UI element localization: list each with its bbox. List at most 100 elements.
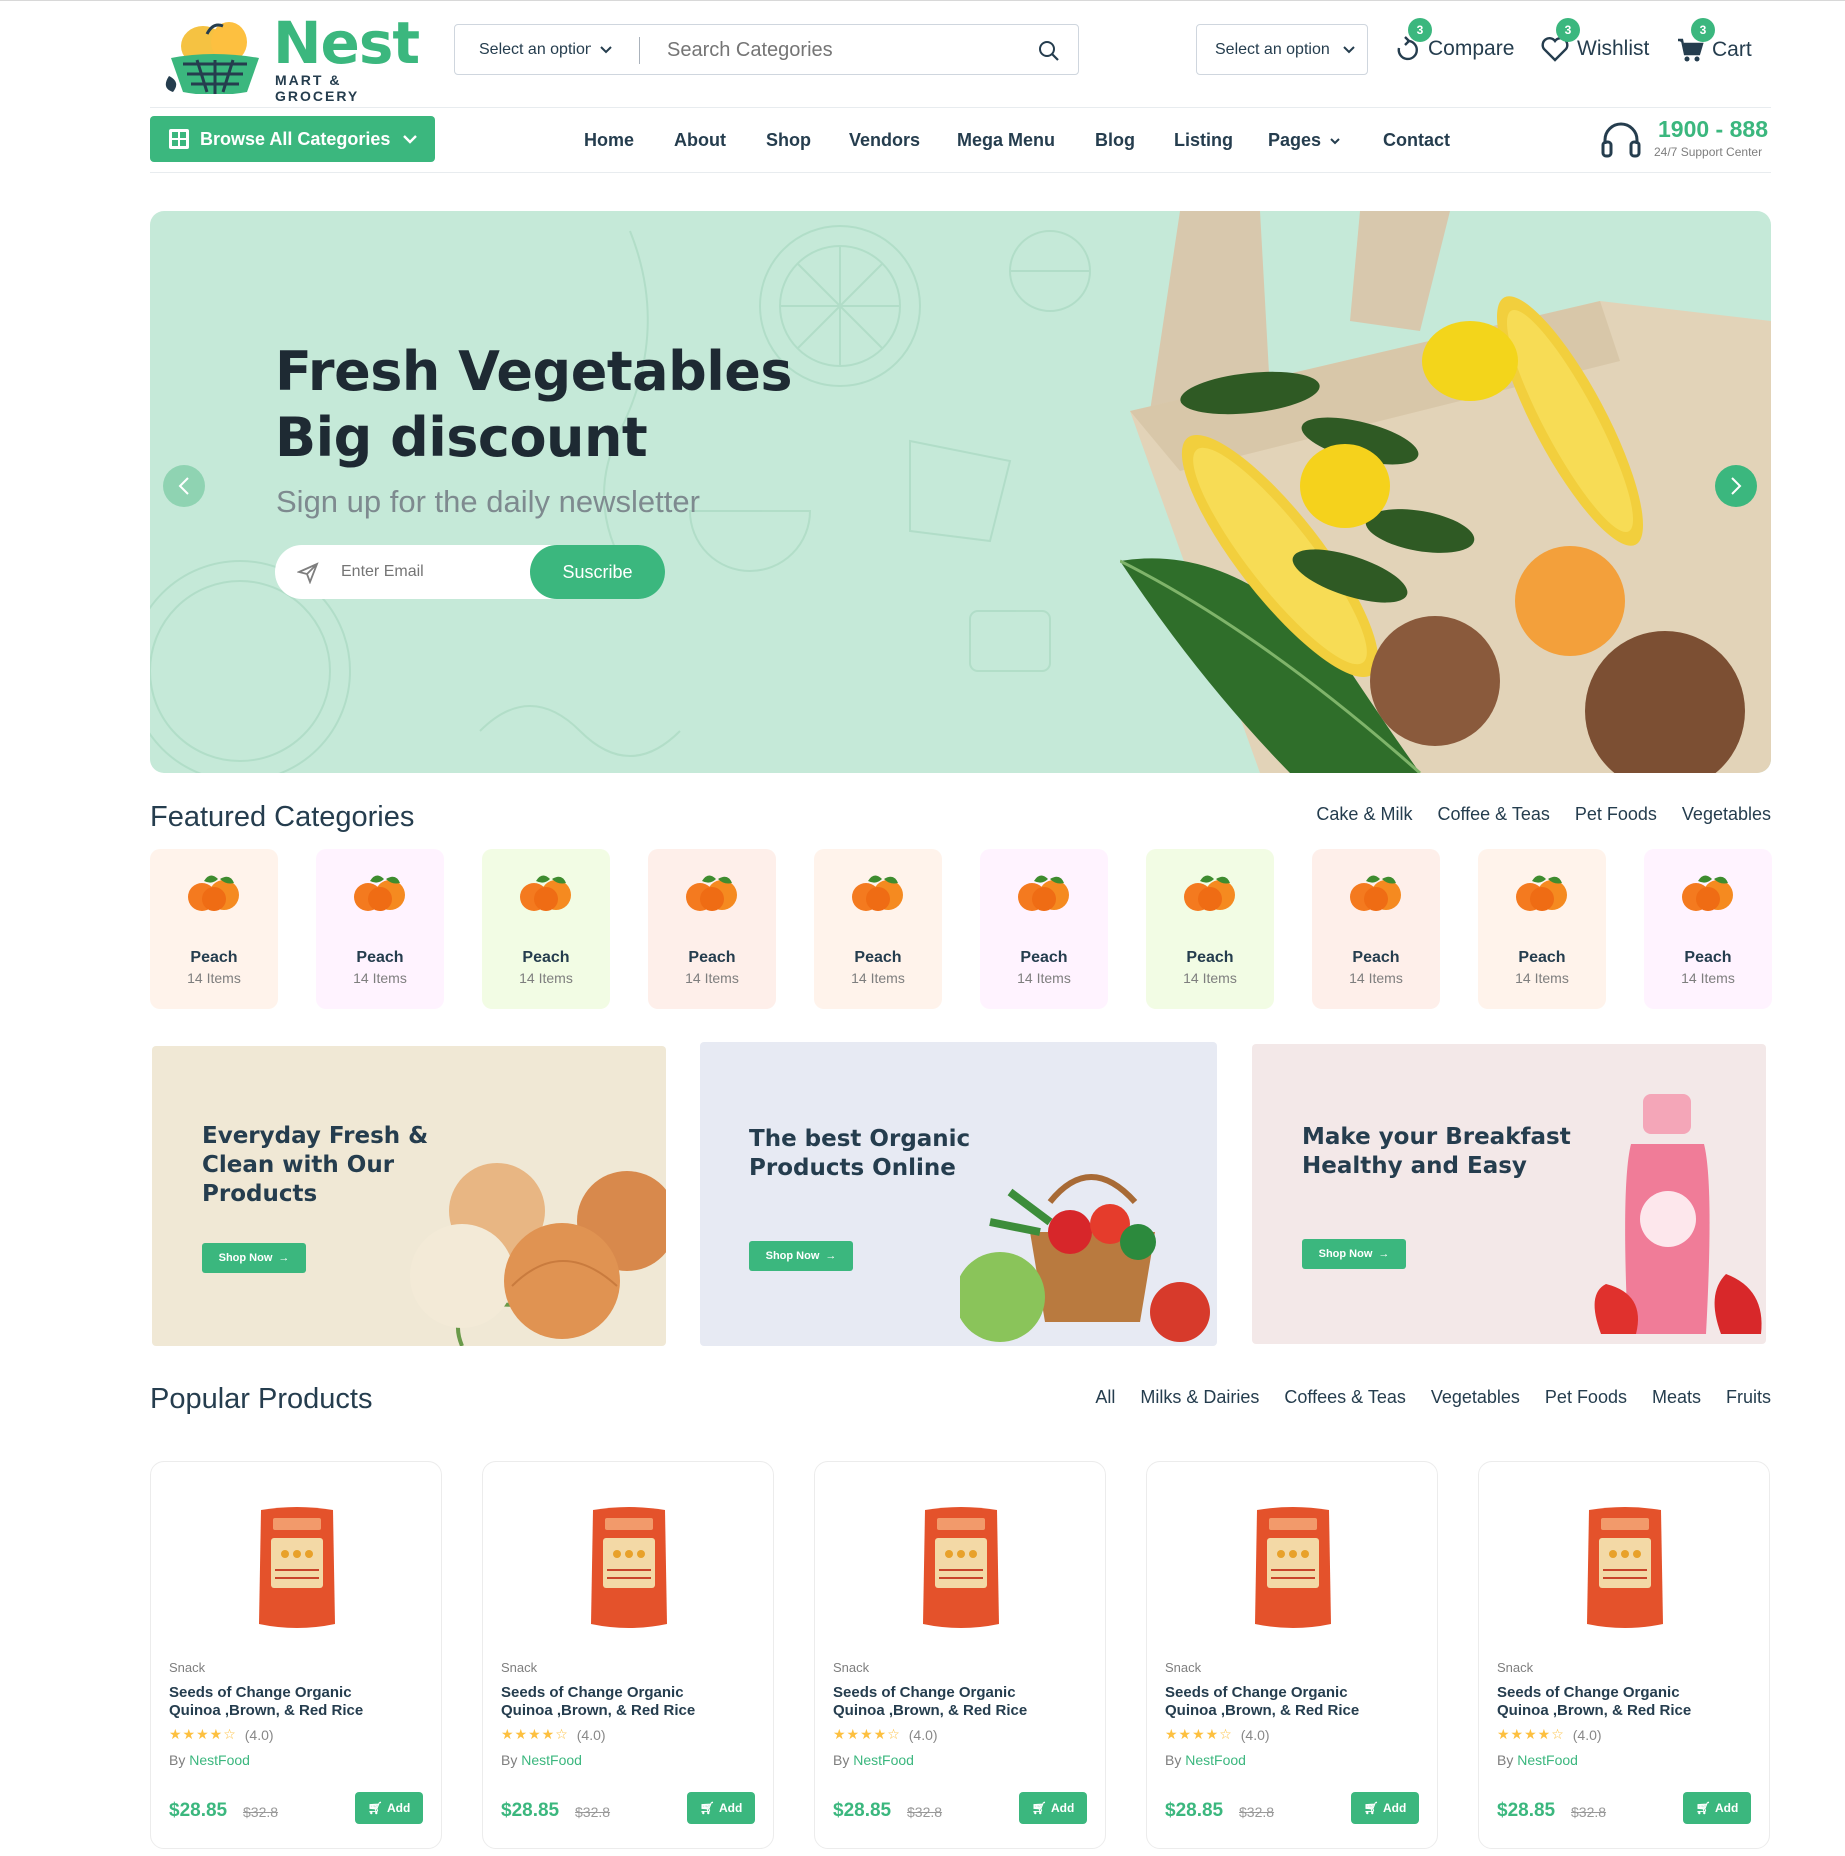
product-card[interactable]: Snack Seeds of Change Organic Quinoa ,Brow… <box>814 1461 1106 1849</box>
browse-categories-button[interactable]: Browse All Categories <box>150 116 435 162</box>
add-to-cart-button[interactable]: 🛒︎ Add <box>687 1792 755 1824</box>
popular-tab[interactable]: Coffees & Teas <box>1284 1387 1405 1408</box>
search-divider <box>639 37 640 64</box>
product-rating: ★★★★☆ (4.0) <box>501 1726 606 1743</box>
category-card[interactable]: Peach 14 Items <box>1146 849 1274 1009</box>
category-card[interactable]: Peach 14 Items <box>980 849 1108 1009</box>
hero-next-button[interactable] <box>1715 465 1757 507</box>
nav-home[interactable]: Home <box>584 130 634 151</box>
promo-banner[interactable]: Make your Breakfast Healthy and Easy Sho… <box>1252 1044 1766 1344</box>
product-title-line: Seeds of Change Organic <box>169 1684 352 1701</box>
category-card[interactable]: Peach 14 Items <box>150 849 278 1009</box>
product-title[interactable]: Seeds of Change Organic Quinoa ,Brown, & … <box>169 1684 429 1720</box>
add-to-cart-button[interactable]: 🛒︎ Add <box>1683 1792 1751 1824</box>
newsletter-email-input[interactable] <box>341 557 511 587</box>
featured-tab[interactable]: Vegetables <box>1682 804 1771 825</box>
shop-now-button[interactable]: Shop Now → <box>749 1241 853 1271</box>
featured-tab[interactable]: Coffee & Teas <box>1437 804 1549 825</box>
category-card[interactable]: Peach 14 Items <box>1312 849 1440 1009</box>
vendor-prefix: By <box>1497 1752 1514 1768</box>
featured-tab[interactable]: Pet Foods <box>1575 804 1657 825</box>
cart-icon: 🛒︎ <box>367 1801 383 1815</box>
wishlist-link[interactable]: Wishlist <box>1541 36 1649 62</box>
category-card[interactable]: Peach 14 Items <box>316 849 444 1009</box>
nav-listing[interactable]: Listing <box>1174 130 1233 151</box>
add-to-cart-button[interactable]: 🛒︎ Add <box>1019 1792 1087 1824</box>
wishlist-label: Wishlist <box>1577 37 1650 60</box>
popular-tab[interactable]: Vegetables <box>1431 1387 1520 1408</box>
promo-banner[interactable]: The best Organic Products Online Shop No… <box>700 1042 1217 1346</box>
category-card[interactable]: Peach 14 Items <box>1644 849 1772 1009</box>
chevron-down-icon <box>1343 45 1355 53</box>
popular-tab[interactable]: Meats <box>1652 1387 1701 1408</box>
product-price: $28.85 <box>169 1800 228 1821</box>
popular-tab[interactable]: All <box>1095 1387 1115 1408</box>
wishlist-count-badge: 3 <box>1556 18 1580 42</box>
top-border <box>0 0 1845 1</box>
product-card[interactable]: Snack Seeds of Change Organic Quinoa ,Brow… <box>150 1461 442 1849</box>
compare-link[interactable]: Compare <box>1394 36 1514 62</box>
popular-tab[interactable]: Fruits <box>1726 1387 1771 1408</box>
popular-tab[interactable]: Milks & Dairies <box>1140 1387 1259 1408</box>
category-count: 14 Items <box>187 970 241 986</box>
popular-tab[interactable]: Pet Foods <box>1545 1387 1627 1408</box>
nav-shop[interactable]: Shop <box>766 130 811 151</box>
vendor-link[interactable]: NestFood <box>521 1752 582 1768</box>
add-to-cart-button[interactable]: 🛒︎ Add <box>355 1792 423 1824</box>
product-rating: ★★★★☆ (4.0) <box>1497 1726 1602 1743</box>
promo-banner[interactable]: Everyday Fresh & Clean with Our Products… <box>152 1046 666 1346</box>
nav-pages[interactable]: Pages <box>1268 130 1341 151</box>
nav-mega-menu[interactable]: Mega Menu <box>957 130 1055 151</box>
subscribe-button[interactable]: Suscribe <box>530 545 665 599</box>
category-name: Peach <box>688 949 736 966</box>
product-title[interactable]: Seeds of Change Organic Quinoa ,Brown, & … <box>833 1684 1093 1720</box>
product-vendor: By NestFood <box>1165 1752 1246 1768</box>
nav-vendors[interactable]: Vendors <box>849 130 920 151</box>
add-label: Add <box>1050 1801 1075 1815</box>
support-block[interactable]: 1900 - 888 24/7 Support Center <box>1600 116 1772 162</box>
banner-title-line: Make your Breakfast <box>1302 1124 1571 1150</box>
support-label: 24/7 Support Center <box>1654 145 1763 159</box>
chevron-down-icon <box>403 135 418 144</box>
nav-blog[interactable]: Blog <box>1095 130 1135 151</box>
hero-slider: Fresh Vegetables Big discount Sign up fo… <box>150 211 1771 773</box>
vendor-link[interactable]: NestFood <box>853 1752 914 1768</box>
product-price: $28.85 <box>501 1800 560 1821</box>
star-rating-icon: ★★★★☆ <box>169 1726 237 1742</box>
vendor-link[interactable]: NestFood <box>1517 1752 1578 1768</box>
location-select[interactable]: Select an option <box>1196 24 1368 75</box>
category-card[interactable]: Peach 14 Items <box>1478 849 1606 1009</box>
product-card[interactable]: Snack Seeds of Change Organic Quinoa ,Brow… <box>1478 1461 1770 1849</box>
logo[interactable]: Nest MART & GROCERY <box>163 14 423 104</box>
vendor-link[interactable]: NestFood <box>189 1752 250 1768</box>
nav-about[interactable]: About <box>674 130 726 151</box>
cart-icon: 🛒︎ <box>1363 1801 1379 1815</box>
product-card[interactable]: Snack Seeds of Change Organic Quinoa ,Brow… <box>482 1461 774 1849</box>
category-card[interactable]: Peach 14 Items <box>814 849 942 1009</box>
product-title[interactable]: Seeds of Change Organic Quinoa ,Brown, & … <box>1497 1684 1757 1720</box>
shop-now-button[interactable]: Shop Now → <box>1302 1239 1406 1269</box>
product-title[interactable]: Seeds of Change Organic Quinoa ,Brown, & … <box>501 1684 761 1720</box>
rating-value: (4.0) <box>1572 1726 1602 1743</box>
hero-prev-button[interactable] <box>163 465 205 507</box>
category-name: Peach <box>356 949 404 966</box>
add-to-cart-button[interactable]: 🛒︎ Add <box>1351 1792 1419 1824</box>
vendor-link[interactable]: NestFood <box>1185 1752 1246 1768</box>
search-category-select[interactable]: Select an option <box>455 25 625 74</box>
product-image <box>591 1507 667 1628</box>
product-title[interactable]: Seeds of Change Organic Quinoa ,Brown, & … <box>1165 1684 1425 1720</box>
product-category: Snack <box>1497 1660 1534 1675</box>
category-card[interactable]: Peach 14 Items <box>482 849 610 1009</box>
logo-tagline: MART & GROCERY <box>275 72 360 104</box>
cart-icon: 🛒︎ <box>1031 1801 1047 1815</box>
shop-now-button[interactable]: Shop Now → <box>202 1243 306 1273</box>
category-name: Peach <box>1352 949 1400 966</box>
cart-link[interactable]: Cart <box>1676 36 1752 64</box>
featured-tab[interactable]: Cake & Milk <box>1316 804 1412 825</box>
category-card[interactable]: Peach 14 Items <box>648 849 776 1009</box>
nav-contact[interactable]: Contact <box>1383 130 1450 151</box>
search-icon[interactable] <box>1037 39 1061 63</box>
product-card[interactable]: Snack Seeds of Change Organic Quinoa ,Brow… <box>1146 1461 1438 1849</box>
chevron-down-icon <box>600 45 612 53</box>
search-input[interactable] <box>667 33 1007 67</box>
